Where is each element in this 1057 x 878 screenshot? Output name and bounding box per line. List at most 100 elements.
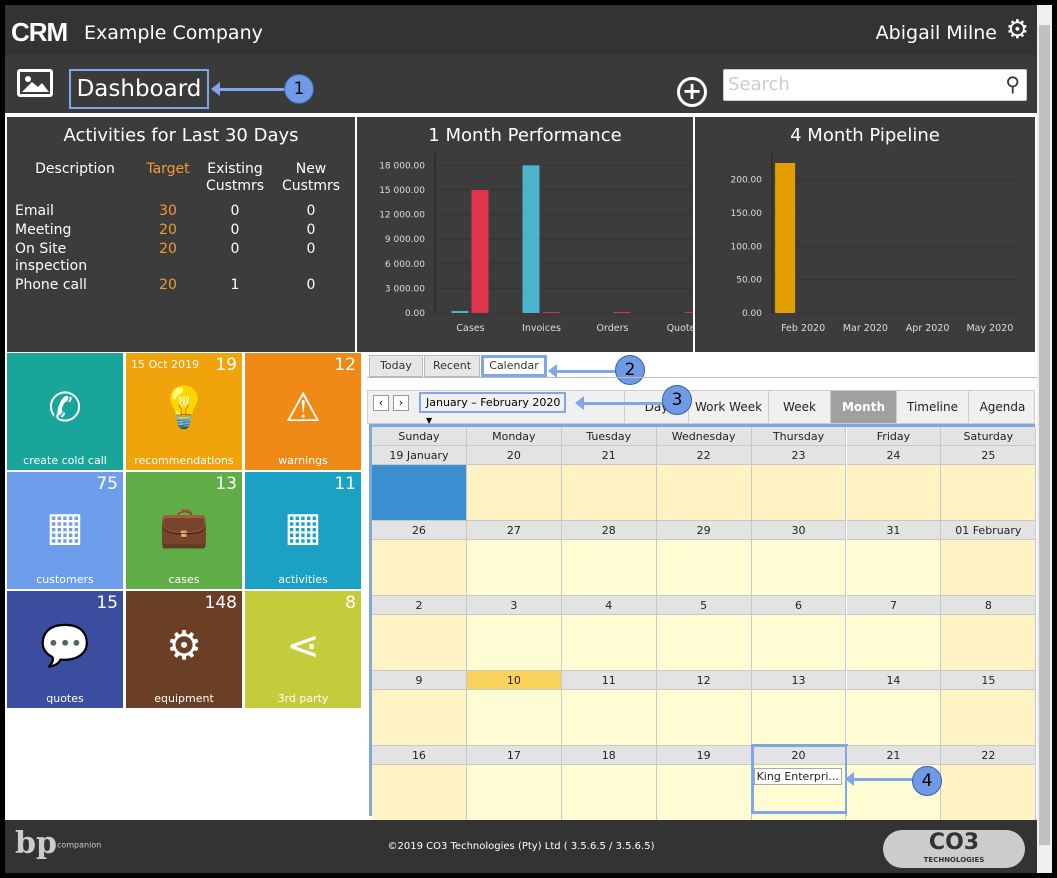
day-cell[interactable] [656, 765, 752, 821]
day-cell[interactable] [941, 765, 1037, 821]
day-cell[interactable] [561, 540, 657, 596]
date-range-picker[interactable]: January – February 2020 ▼ [419, 392, 566, 425]
day-cell[interactable] [561, 615, 657, 671]
day-cell[interactable] [372, 540, 467, 596]
day-number[interactable]: 29 [656, 521, 752, 540]
activities-panel: Activities for Last 30 Days Description T… [7, 117, 355, 352]
search-icon[interactable]: ⚲ [1005, 72, 1020, 96]
tile-3rd-party[interactable]: 8 ⋖ 3rd party [245, 591, 361, 708]
search-input[interactable]: Search ⚲ [723, 69, 1027, 101]
app-window: CRM Example Company Abigail Milne ⚙ Dash… [5, 5, 1037, 873]
day-number[interactable]: 8 [941, 596, 1037, 615]
view-agenda[interactable]: Agenda [968, 391, 1036, 423]
day-number[interactable]: 7 [846, 596, 942, 615]
day-number[interactable]: 4 [561, 596, 657, 615]
next-button[interactable]: › [393, 395, 409, 411]
day-cell[interactable] [751, 465, 847, 521]
day-cell[interactable] [372, 765, 467, 821]
day-cell[interactable] [751, 615, 847, 671]
day-number[interactable]: 20 [466, 446, 562, 465]
day-cell[interactable] [941, 690, 1037, 746]
gear-icon[interactable]: ⚙ [1006, 15, 1029, 45]
day-cell[interactable] [846, 690, 942, 746]
day-cell[interactable] [846, 540, 942, 596]
day-number[interactable]: 10 [466, 671, 562, 690]
day-cell[interactable] [561, 765, 657, 821]
day-number[interactable]: 22 [656, 446, 752, 465]
user-name[interactable]: Abigail Milne [876, 22, 997, 44]
day-number[interactable]: 14 [846, 671, 942, 690]
day-number[interactable]: 26 [372, 521, 467, 540]
day-number[interactable]: 11 [561, 671, 657, 690]
day-number[interactable]: 01 February [941, 521, 1037, 540]
day-cell[interactable] [751, 690, 847, 746]
day-number[interactable]: 19 January [372, 446, 467, 465]
view-timeline[interactable]: Timeline [896, 391, 968, 423]
day-cell[interactable] [751, 540, 847, 596]
view-week[interactable]: Week [768, 391, 830, 423]
day-cell[interactable] [656, 615, 752, 671]
tile-create-cold-call[interactable]: ✆ create cold call [7, 353, 123, 470]
tab-calendar[interactable]: Calendar [481, 355, 547, 377]
day-cell[interactable] [466, 690, 562, 746]
tab-today[interactable]: Today [369, 355, 423, 377]
day-cell[interactable] [466, 465, 562, 521]
day-number[interactable]: 6 [751, 596, 847, 615]
day-number[interactable]: 3 [466, 596, 562, 615]
day-cell[interactable] [561, 690, 657, 746]
tile-customers[interactable]: 75 ▦ customers [7, 472, 123, 589]
day-cell[interactable] [372, 465, 467, 521]
scrollbar-thumb[interactable] [1039, 25, 1050, 845]
day-number[interactable]: 30 [751, 521, 847, 540]
day-cell[interactable] [941, 465, 1037, 521]
day-cell[interactable] [466, 615, 562, 671]
tile-cases[interactable]: 13 💼 cases [126, 472, 242, 589]
day-number[interactable]: 25 [941, 446, 1037, 465]
day-number[interactable]: 19 [656, 746, 752, 765]
day-number[interactable]: 5 [656, 596, 752, 615]
day-cell[interactable] [941, 615, 1037, 671]
day-number[interactable]: 13 [751, 671, 847, 690]
day-cell[interactable] [656, 690, 752, 746]
day-number[interactable]: 22 [941, 746, 1037, 765]
day-number[interactable]: 31 [846, 521, 942, 540]
day-number[interactable]: 28 [561, 521, 657, 540]
tile-quotes[interactable]: 15 💬 quotes [7, 591, 123, 708]
scrollbar[interactable] [1037, 5, 1052, 873]
day-number[interactable]: 16 [372, 746, 467, 765]
day-cell[interactable] [846, 615, 942, 671]
tile-activities[interactable]: 11 ▦ activities [245, 472, 361, 589]
day-cell[interactable] [656, 465, 752, 521]
day-cell[interactable] [466, 765, 562, 821]
tab-recent[interactable]: Recent [424, 355, 480, 377]
prev-button[interactable]: ‹ [373, 395, 389, 411]
day-number[interactable]: 17 [466, 746, 562, 765]
day-number[interactable]: 21 [846, 746, 942, 765]
day-number[interactable]: 23 [751, 446, 847, 465]
day-number[interactable]: 15 [941, 671, 1037, 690]
tile-count: 12 [334, 355, 356, 375]
day-number[interactable]: 24 [846, 446, 942, 465]
day-cell[interactable] [656, 540, 752, 596]
y-tick-label: 12 000.00 [379, 211, 425, 221]
day-number[interactable]: 18 [561, 746, 657, 765]
day-cell[interactable] [846, 465, 942, 521]
day-number[interactable]: 9 [372, 671, 467, 690]
day-number[interactable]: 12 [656, 671, 752, 690]
day-number[interactable]: 27 [466, 521, 562, 540]
day-cell[interactable] [941, 540, 1037, 596]
tile-equipment[interactable]: 148 ⚙ equipment [126, 591, 242, 708]
y-tick-label: 0.00 [742, 309, 762, 319]
day-cell[interactable] [466, 540, 562, 596]
day-number[interactable]: 2 [372, 596, 467, 615]
tile-recommendations[interactable]: 15 Oct 2019 19 💡 recommendations [126, 353, 242, 470]
day-cell[interactable] [372, 690, 467, 746]
view-month[interactable]: Month [830, 391, 896, 423]
view-work-week[interactable]: Work Week [688, 391, 768, 423]
day-cell[interactable] [372, 615, 467, 671]
day-number[interactable]: 21 [561, 446, 657, 465]
day-cell[interactable] [561, 465, 657, 521]
tile-warnings[interactable]: 12 ⚠ warnings [245, 353, 361, 470]
image-icon[interactable] [17, 69, 53, 97]
add-icon[interactable]: + [677, 77, 707, 107]
